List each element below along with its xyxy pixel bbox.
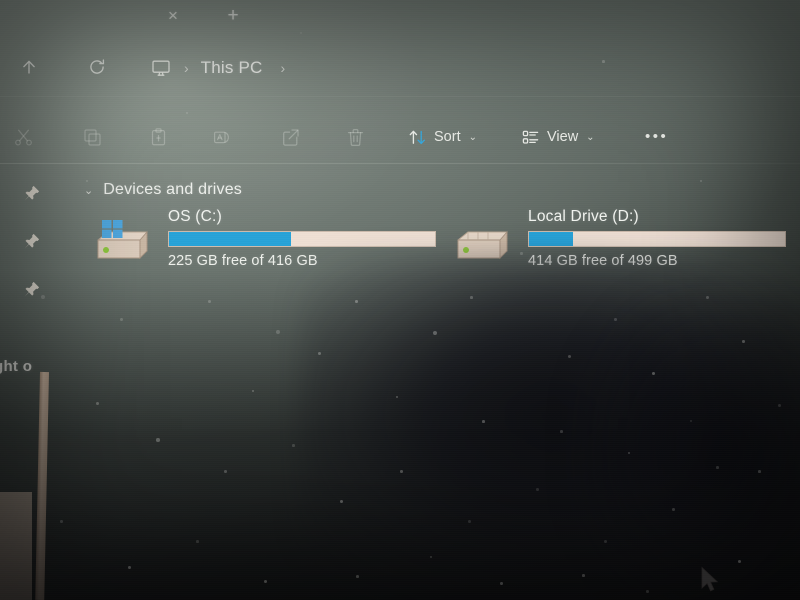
pin-icon[interactable] — [18, 180, 44, 206]
pin-icon[interactable] — [18, 228, 44, 254]
arrow-up-icon[interactable] — [16, 54, 42, 80]
commandbar-divider — [0, 163, 800, 164]
file-explorer-window: × + › This PC › Sort ⌄ View ⌄ ••• ⌄ Devi… — [0, 0, 800, 600]
group-header-devices-and-drives[interactable]: ⌄ Devices and drives — [84, 181, 242, 199]
chevron-down-icon[interactable]: ⌄ — [84, 184, 93, 197]
sort-label: Sort — [434, 129, 461, 145]
view-label: View — [547, 129, 578, 145]
this-pc-monitor-icon[interactable] — [150, 58, 172, 78]
trash-icon[interactable] — [340, 122, 370, 152]
ellipsis-icon[interactable]: ••• — [645, 128, 668, 145]
sort-button[interactable]: Sort ⌄ — [408, 124, 477, 150]
breadcrumb-separator-2[interactable]: › — [263, 60, 298, 76]
drive-details: OS (C:) 225 GB free of 416 GB — [168, 208, 438, 269]
hard-drive-windows-icon — [92, 220, 154, 264]
drive-free-space-label: 414 GB free of 499 GB — [528, 253, 790, 269]
group-label: Devices and drives — [103, 181, 242, 199]
photo-of-screen: × + › This PC › Sort ⌄ View ⌄ ••• ⌄ Devi… — [0, 0, 800, 600]
chevron-down-icon: ⌄ — [586, 132, 594, 143]
background-vertical-strip — [35, 372, 49, 600]
view-button[interactable]: View ⌄ — [521, 124, 595, 150]
drive-item[interactable]: OS (C:) 225 GB free of 416 GB — [92, 208, 442, 270]
drive-capacity-bar — [528, 231, 786, 247]
breadcrumb-item-this-pc[interactable]: This PC — [201, 58, 263, 78]
breadcrumb-separator-1: › — [172, 60, 201, 76]
chevron-down-icon: ⌄ — [469, 132, 477, 143]
breadcrumb[interactable]: › This PC › — [150, 52, 297, 84]
sort-arrows-icon — [408, 128, 427, 147]
drive-capacity-fill — [529, 232, 573, 246]
share-icon[interactable] — [275, 122, 305, 152]
drive-capacity-bar — [168, 231, 436, 247]
drive-details: Local Drive (D:) 414 GB free of 499 GB — [528, 208, 790, 269]
clipped-background-text: ght o — [0, 358, 32, 375]
drive-item[interactable]: Local Drive (D:) 414 GB free of 499 GB — [452, 208, 782, 270]
refresh-icon[interactable] — [84, 54, 110, 80]
paste-icon[interactable] — [143, 122, 173, 152]
drive-free-space-label: 225 GB free of 416 GB — [168, 253, 438, 269]
tab-strip: × + — [0, 0, 800, 38]
hard-drive-icon — [452, 220, 514, 264]
rename-icon[interactable] — [208, 122, 238, 152]
view-list-icon — [521, 128, 540, 147]
drive-name: OS (C:) — [168, 208, 438, 226]
copy-icon[interactable] — [77, 122, 107, 152]
background-corner-patch — [0, 492, 32, 600]
close-icon[interactable]: × — [158, 0, 188, 30]
plus-icon[interactable]: + — [218, 0, 248, 30]
scissors-icon[interactable] — [8, 122, 38, 152]
pin-icon[interactable] — [18, 276, 44, 302]
drive-capacity-fill — [169, 232, 291, 246]
tabstrip-divider — [0, 96, 800, 97]
drive-name: Local Drive (D:) — [528, 208, 790, 226]
mouse-pointer-icon — [700, 566, 722, 596]
